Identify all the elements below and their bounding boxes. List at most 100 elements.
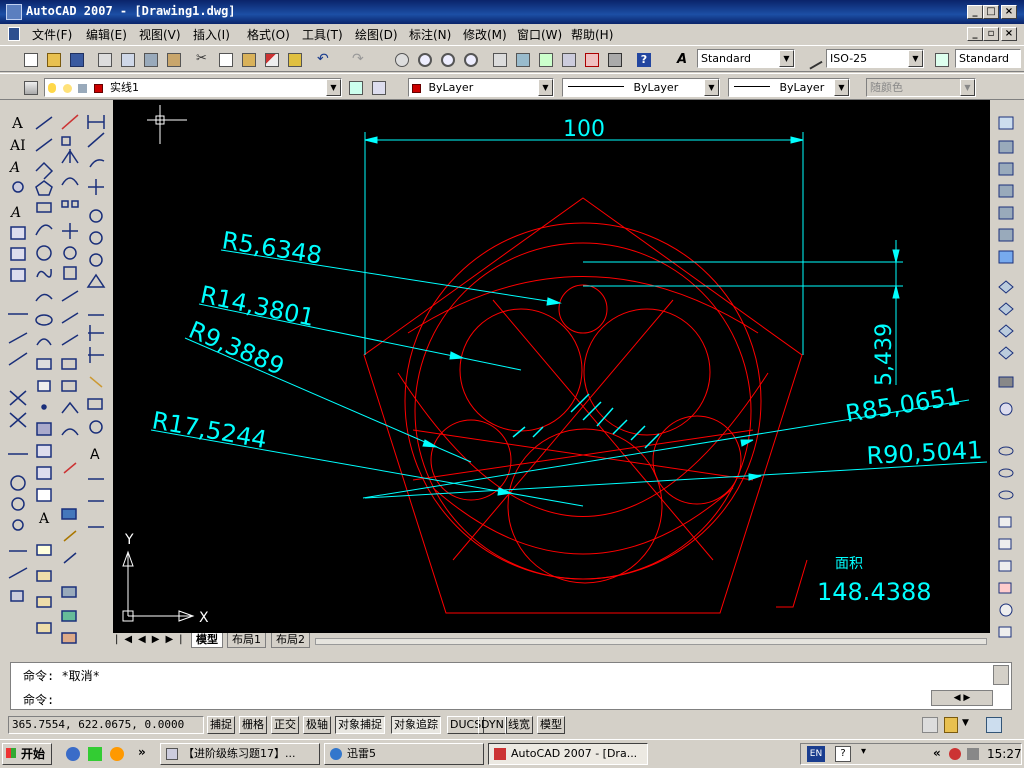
command-scrollbar[interactable] — [993, 665, 1009, 685]
zoom-window-icon[interactable] — [437, 49, 457, 69]
comm-center-icon[interactable] — [922, 717, 938, 733]
command-window[interactable]: 命令: *取消* 命令: ◀ ▶ — [10, 662, 1012, 710]
chevron-down-icon[interactable]: ▼ — [326, 79, 341, 96]
tool-palettes-icon[interactable] — [535, 49, 555, 69]
drawing-svg[interactable]: 100 5,439 R5,6348 R14,3801 R9,3889 R17,5… — [113, 100, 990, 633]
quicklaunch-icon-3[interactable] — [110, 747, 124, 761]
osnap-toggle[interactable]: 对象捕捉 — [335, 716, 385, 734]
ie-quicklaunch-icon[interactable] — [66, 747, 80, 761]
lock-icon[interactable] — [944, 717, 958, 733]
chevron-down-icon[interactable]: ▼ — [779, 50, 794, 67]
block-editor-icon[interactable] — [284, 49, 304, 69]
help-icon[interactable]: ? — [633, 49, 653, 69]
grid-toggle[interactable]: 栅格 — [239, 716, 267, 734]
polar-toggle[interactable]: 极轴 — [303, 716, 331, 734]
chevron-down-icon[interactable]: ▼ — [704, 79, 719, 96]
dim-style-select[interactable]: ISO-25 ▼ — [826, 49, 924, 68]
menu-tools[interactable]: 工具(T) — [302, 26, 343, 43]
3d-dwf-icon[interactable] — [163, 49, 183, 69]
menu-insert[interactable]: 插入(I) — [193, 26, 230, 43]
document-icon[interactable] — [8, 27, 20, 41]
quicklaunch-more-icon[interactable]: » — [138, 745, 146, 759]
cut-icon[interactable]: ✂ — [192, 49, 212, 69]
drawing-canvas[interactable]: 100 5,439 R5,6348 R14,3801 R9,3889 R17,5… — [113, 100, 990, 633]
zoom-realtime-icon[interactable] — [414, 49, 434, 69]
make-object-layer-current-icon[interactable] — [345, 77, 365, 97]
copy-icon[interactable] — [215, 49, 235, 69]
close-button[interactable]: × — [1001, 5, 1017, 19]
save-icon[interactable] — [66, 49, 86, 69]
menu-modify[interactable]: 修改(M) — [463, 26, 507, 43]
chevron-down-icon[interactable]: ▼ — [834, 79, 849, 96]
table-style-select[interactable]: Standard — [955, 49, 1021, 68]
tab-layout1[interactable]: 布局1 — [227, 633, 266, 648]
layer-lock-icon[interactable] — [78, 83, 87, 93]
autocad-app-icon[interactable] — [6, 4, 22, 20]
doc-close-button[interactable]: × — [1001, 27, 1017, 41]
layer-thaw-icon[interactable] — [62, 83, 72, 93]
tray-expand-icon[interactable]: « — [933, 746, 941, 760]
text-style-icon[interactable]: A — [673, 49, 693, 69]
dyn-toggle[interactable]: DYN — [478, 716, 507, 734]
layer-select[interactable]: 实线1 ▼ — [44, 78, 342, 97]
menu-format[interactable]: 格式(O) — [247, 26, 290, 43]
layer-previous-icon[interactable] — [368, 77, 388, 97]
pan-icon[interactable] — [391, 49, 411, 69]
menu-window[interactable]: 窗口(W) — [517, 26, 562, 43]
tab-nav-arrows[interactable]: |◀◀▶▶| — [115, 634, 189, 645]
quicklaunch-icon-2[interactable] — [88, 747, 102, 761]
dim-style-icon[interactable] — [802, 49, 823, 70]
text-style-select[interactable]: Standard ▼ — [697, 49, 795, 68]
menu-edit[interactable]: 编辑(E) — [86, 26, 127, 43]
clock[interactable]: 15:27 — [987, 747, 1022, 761]
lineweight-toggle[interactable]: 线宽 — [505, 716, 533, 734]
horizontal-scrollbar[interactable] — [315, 638, 987, 645]
snap-toggle[interactable]: 捕捉 — [207, 716, 235, 734]
doc-minimize-button[interactable]: _ — [967, 27, 983, 41]
layer-manager-icon[interactable] — [20, 77, 40, 97]
menu-file[interactable]: 文件(F) — [32, 26, 72, 43]
command-hscroll[interactable]: ◀ ▶ — [931, 690, 993, 706]
task-exercise[interactable]: 【进阶级练习题17】... — [160, 743, 320, 765]
markup-icon[interactable] — [581, 49, 601, 69]
sheet-set-icon[interactable] — [558, 49, 578, 69]
minimize-button[interactable]: _ — [967, 5, 983, 19]
redo-icon[interactable]: ↷ — [348, 49, 368, 69]
menu-dimension[interactable]: 标注(N) — [409, 26, 451, 43]
maximize-button[interactable]: □ — [983, 5, 999, 19]
linetype-select[interactable]: ByLayer ▼ — [562, 78, 720, 97]
otrack-toggle[interactable]: 对象追踪 — [391, 716, 441, 734]
model-space-toggle[interactable]: 模型 — [537, 716, 565, 734]
match-properties-icon[interactable] — [261, 49, 281, 69]
design-center-icon[interactable] — [512, 49, 532, 69]
ortho-toggle[interactable]: 正交 — [271, 716, 299, 734]
right-tool-icons[interactable] — [993, 101, 1021, 653]
menu-help[interactable]: 帮助(H) — [571, 26, 613, 43]
chevron-down-icon[interactable]: ▼ — [908, 50, 923, 67]
paste-icon[interactable] — [238, 49, 258, 69]
task-xunlei[interactable]: 迅雷5 — [324, 743, 484, 765]
menu-view[interactable]: 视图(V) — [139, 26, 181, 43]
tab-model[interactable]: 模型 — [191, 633, 223, 648]
doc-restore-button[interactable]: ▫ — [983, 27, 999, 41]
left-tool-icons[interactable]: A AI A A A A — [4, 101, 110, 653]
language-indicator[interactable]: EN — [807, 746, 825, 762]
menu-draw[interactable]: 绘图(D) — [355, 26, 398, 43]
status-menu-icon[interactable]: ▼ — [962, 718, 969, 728]
tray-options-icon[interactable]: ▾ — [861, 746, 866, 757]
table-style-icon[interactable] — [931, 49, 951, 69]
color-select[interactable]: ByLayer ▼ — [408, 78, 554, 97]
clean-screen-icon[interactable] — [986, 717, 1002, 733]
lineweight-select[interactable]: ByLayer ▼ — [728, 78, 850, 97]
command-prompt[interactable]: 命令: — [23, 691, 54, 708]
help-tray-icon[interactable]: ? — [835, 746, 851, 762]
new-icon[interactable] — [20, 49, 40, 69]
volume-icon[interactable] — [967, 748, 979, 760]
publish-icon[interactable] — [140, 49, 160, 69]
calculator-icon[interactable] — [604, 49, 624, 69]
open-icon[interactable] — [43, 49, 63, 69]
tab-layout2[interactable]: 布局2 — [271, 633, 310, 648]
plot-preview-icon[interactable] — [117, 49, 137, 69]
zoom-previous-icon[interactable] — [460, 49, 480, 69]
plot-icon[interactable] — [94, 49, 114, 69]
